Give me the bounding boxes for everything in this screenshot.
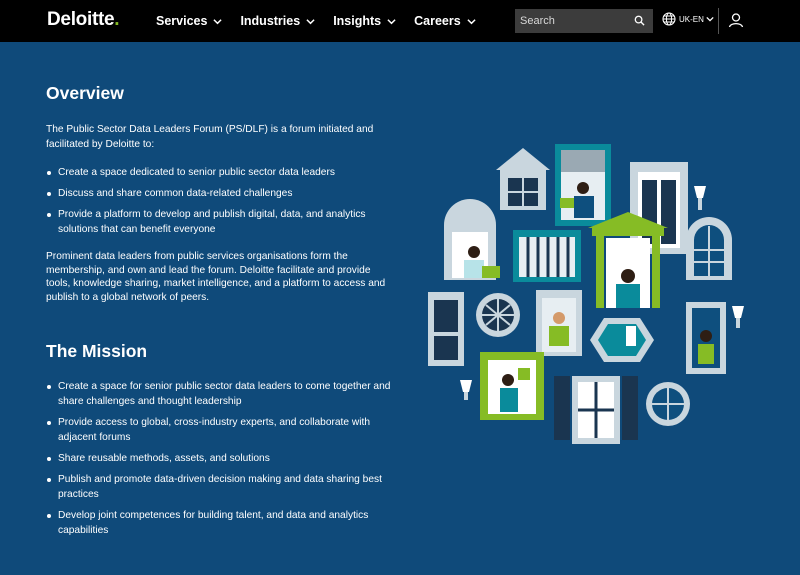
nav-item-insights[interactable]: Insights bbox=[333, 14, 396, 28]
round-window-illustration bbox=[646, 382, 690, 426]
chevron-down-icon bbox=[467, 18, 476, 24]
window-illustration bbox=[513, 230, 581, 282]
list-item: Share reusable methods, assets, and solu… bbox=[46, 451, 396, 466]
nav-label: Careers bbox=[414, 14, 461, 28]
window-illustration bbox=[428, 292, 464, 366]
list-item: Provide a platform to develop and publis… bbox=[46, 207, 396, 237]
nav-label: Insights bbox=[333, 14, 382, 28]
plant-window-illustration bbox=[590, 318, 654, 362]
arched-window-illustration bbox=[686, 217, 732, 280]
deloitte-logo[interactable]: Deloitte. bbox=[47, 9, 120, 31]
person-window-illustration bbox=[555, 144, 611, 226]
temple-window-illustration bbox=[588, 212, 668, 308]
mission-list: Create a space for senior public sector … bbox=[46, 379, 396, 538]
list-item: Discuss and share common data-related ch… bbox=[46, 186, 396, 201]
chevron-down-icon bbox=[706, 16, 714, 22]
chevron-down-icon bbox=[306, 18, 315, 24]
windows-illustration bbox=[428, 144, 744, 444]
nav-item-industries[interactable]: Industries bbox=[240, 14, 315, 28]
search-box bbox=[515, 9, 653, 33]
person-window-illustration bbox=[686, 302, 726, 374]
nav-label: Services bbox=[156, 14, 208, 28]
globe-icon bbox=[662, 12, 676, 26]
list-item: Create a space dedicated to senior publi… bbox=[46, 165, 396, 180]
main-content: Overview The Public Sector Data Leaders … bbox=[46, 82, 396, 544]
list-item: Provide access to global, cross-industry… bbox=[46, 415, 396, 445]
search-input[interactable] bbox=[520, 15, 630, 27]
chevron-down-icon bbox=[213, 18, 223, 24]
header-divider bbox=[718, 8, 719, 34]
arched-person-window-illustration bbox=[444, 199, 500, 280]
person-window-illustration bbox=[536, 290, 582, 356]
user-icon[interactable] bbox=[728, 12, 744, 28]
lamp-illustration bbox=[732, 306, 744, 328]
nav-item-services[interactable]: Services bbox=[156, 14, 223, 28]
overview-title: Overview bbox=[46, 83, 124, 103]
lamp-illustration bbox=[460, 380, 472, 400]
language-selector[interactable]: UK-EN bbox=[662, 12, 717, 26]
person-window-illustration bbox=[480, 352, 544, 420]
nav-item-careers[interactable]: Careers bbox=[414, 14, 476, 28]
top-navigation-bar: Deloitte. Services Industries Insights C… bbox=[0, 0, 800, 42]
search-icon[interactable] bbox=[634, 15, 645, 26]
house-window-illustration bbox=[496, 148, 550, 210]
list-item: Create a space for senior public sector … bbox=[46, 379, 396, 409]
list-item: Publish and promote data-driven decision… bbox=[46, 472, 396, 502]
main-nav: Services Industries Insights Careers bbox=[156, 0, 494, 42]
shuttered-window-illustration bbox=[554, 376, 638, 444]
chevron-down-icon bbox=[387, 18, 396, 24]
lattice-window-illustration bbox=[476, 293, 520, 337]
overview-intro: The Public Sector Data Leaders Forum (PS… bbox=[46, 124, 374, 150]
overview-paragraph: Prominent data leaders from public servi… bbox=[46, 251, 386, 303]
mission-title: The Mission bbox=[46, 341, 148, 361]
language-label: UK-EN bbox=[679, 14, 704, 24]
overview-list: Create a space dedicated to senior publi… bbox=[46, 165, 396, 237]
nav-label: Industries bbox=[240, 14, 301, 28]
lamp-illustration bbox=[694, 186, 706, 210]
list-item: Develop joint competences for building t… bbox=[46, 508, 396, 538]
